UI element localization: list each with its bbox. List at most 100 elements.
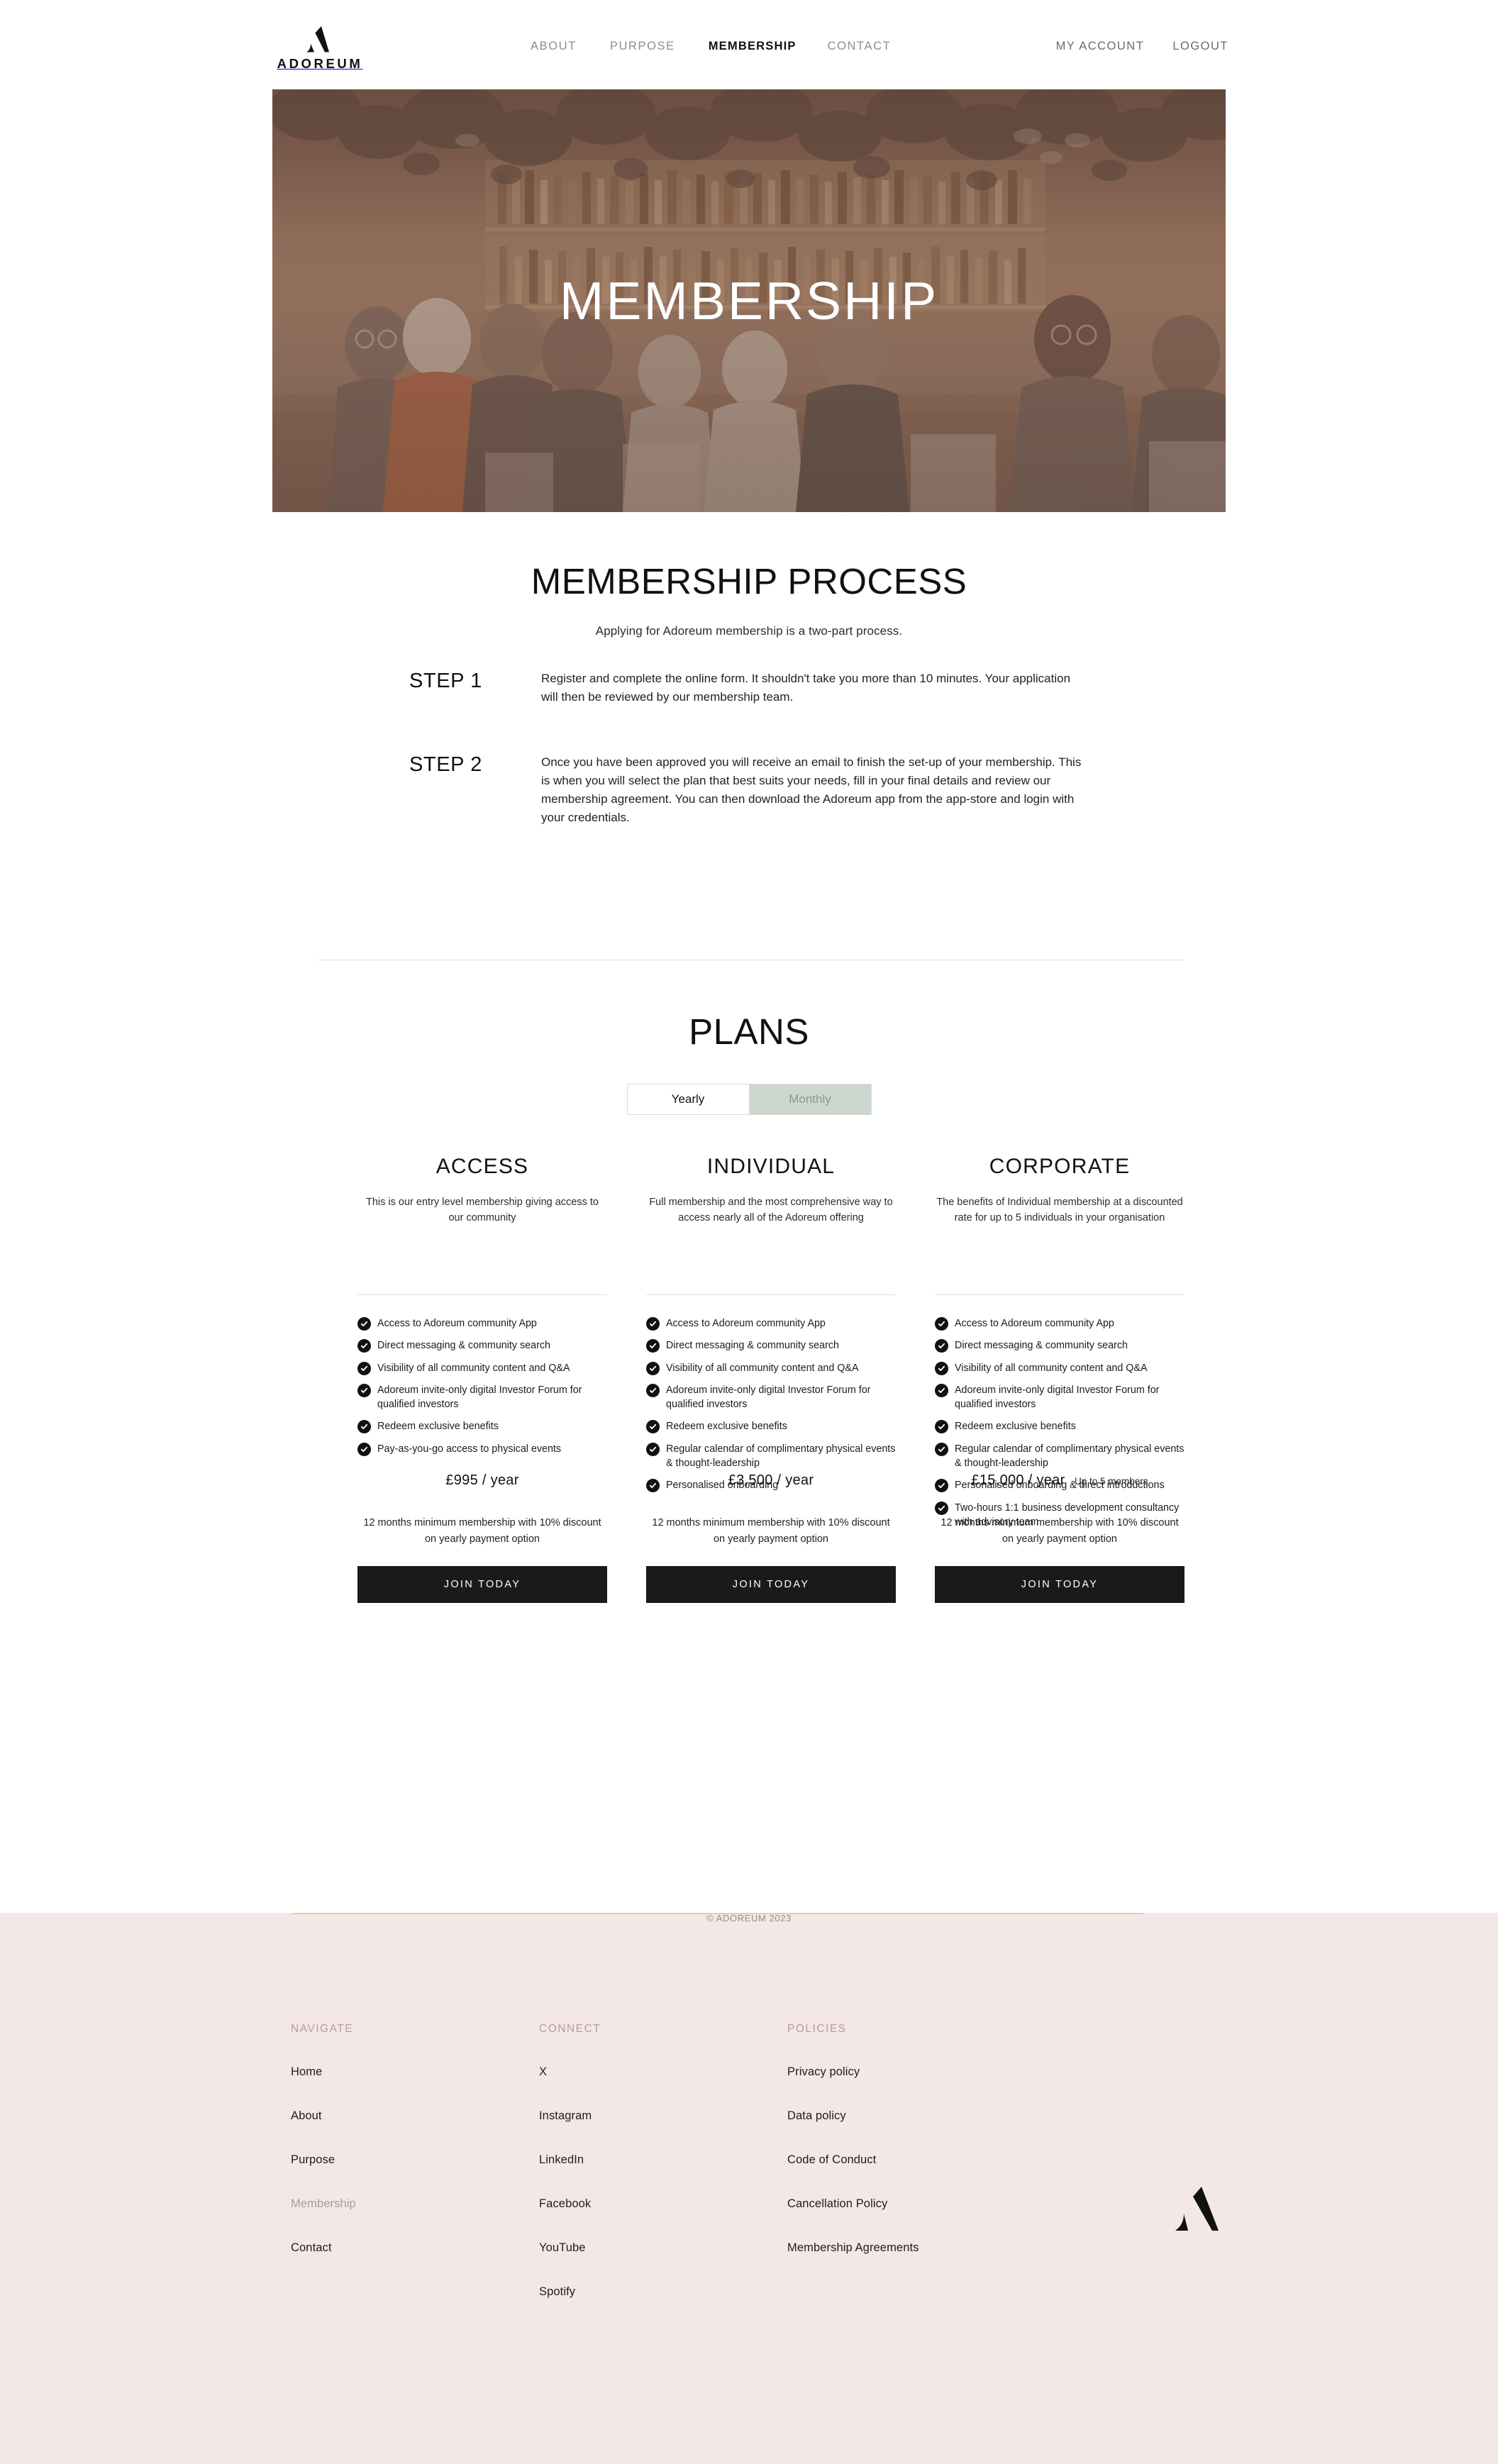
footer-link-linkedin[interactable]: LinkedIn: [539, 2153, 787, 2167]
toggle-monthly[interactable]: Monthly: [750, 1084, 871, 1114]
plan-feature-text: Regular calendar of complimentary physic…: [955, 1443, 1184, 1470]
footer-link-data-policy[interactable]: Data policy: [787, 2109, 1036, 2123]
check-circle-icon: [935, 1317, 948, 1331]
plan-price-row: £995 / year: [357, 1472, 607, 1489]
plan-feature-text: Visibility of all community content and …: [955, 1362, 1148, 1374]
site-logo[interactable]: ADOREUM: [270, 24, 370, 72]
plans-section: PLANS Yearly Monthly ACCESS This is our …: [0, 1011, 1498, 1708]
plan-divider: [646, 1294, 896, 1295]
plan-description: The benefits of Individual membership at…: [936, 1197, 1183, 1224]
process-step: STEP 2 Once you have been approved you w…: [0, 753, 1498, 824]
main-nav: ABOUT PURPOSE MEMBERSHIP CONTACT: [531, 40, 891, 53]
plan-name: INDIVIDUAL: [706, 1155, 836, 1178]
check-circle-icon: [646, 1361, 660, 1375]
footer-link-contact[interactable]: Contact: [291, 2241, 539, 2255]
plan-feature-text: Adoreum invite-only digital Investor For…: [955, 1384, 1160, 1411]
plan-price: £3,500 / year: [728, 1472, 814, 1488]
plan-name: ACCESS: [435, 1155, 529, 1178]
account-nav: MY ACCOUNT LOGOUT: [1056, 40, 1228, 53]
nav-item-logout[interactable]: LOGOUT: [1172, 40, 1228, 53]
footer-column-heading: CONNECT: [539, 2023, 601, 2035]
nav-item-contact[interactable]: CONTACT: [828, 40, 892, 53]
plan-feature-list: Access to Adoreum community App Direct m…: [357, 1316, 607, 1464]
hero-title: MEMBERSHIP: [559, 271, 939, 331]
plan-description: This is our entry level membership givin…: [366, 1197, 599, 1224]
plan-feature-text: Access to Adoreum community App: [377, 1318, 537, 1329]
check-circle-icon: [357, 1339, 371, 1353]
site-header: ADOREUM ABOUT PURPOSE MEMBERSHIP CONTACT…: [0, 0, 1498, 88]
join-today-button-access[interactable]: JOIN TODAY: [357, 1566, 607, 1603]
process-step: STEP 1 Register and complete the online …: [0, 670, 1498, 753]
footer-link-columns: NAVIGATE Home About Purpose Membership C…: [291, 2023, 1036, 2329]
plan-price: £15,000 / year: [971, 1472, 1065, 1488]
toggle-yearly[interactable]: Yearly: [626, 1084, 750, 1115]
check-circle-icon: [646, 1383, 660, 1397]
footer-link-home[interactable]: Home: [291, 2065, 539, 2079]
check-circle-icon: [357, 1442, 371, 1456]
plan-feature-text: Direct messaging & community search: [377, 1340, 550, 1352]
footer-column-navigate: NAVIGATE Home About Purpose Membership C…: [291, 2023, 539, 2329]
plan-terms: 12 months minimum membership with 10% di…: [941, 1517, 1179, 1545]
page-root: ADOREUM ABOUT PURPOSE MEMBERSHIP CONTACT…: [0, 0, 1498, 2464]
plan-feature: Access to Adoreum community App: [935, 1316, 1184, 1331]
process-heading: MEMBERSHIP PROCESS: [531, 561, 967, 601]
plan-feature-text: Pay-as-you-go access to physical events: [377, 1443, 562, 1455]
plan-price-note: Up to 5 members: [1074, 1476, 1148, 1487]
plan-feature-text: Adoreum invite-only digital Investor For…: [666, 1384, 871, 1411]
footer-link-purpose[interactable]: Purpose: [291, 2153, 539, 2167]
footer-link-cancellation-policy[interactable]: Cancellation Policy: [787, 2197, 1036, 2211]
nav-item-purpose[interactable]: PURPOSE: [610, 40, 675, 53]
footer-link-youtube[interactable]: YouTube: [539, 2241, 787, 2255]
check-circle-icon: [935, 1420, 948, 1434]
footer-link-x[interactable]: X: [539, 2065, 787, 2079]
plan-feature-text: Redeem exclusive benefits: [377, 1421, 499, 1433]
footer-logo[interactable]: [1168, 2182, 1226, 2237]
footer-link-about[interactable]: About: [291, 2109, 539, 2123]
check-circle-icon: [646, 1442, 660, 1456]
membership-process-section: MEMBERSHIP PROCESS Applying for Adoreum …: [0, 560, 1498, 824]
plan-card-corporate: CORPORATE The benefits of Individual mem…: [935, 1155, 1184, 1603]
footer-link-membership-agreements[interactable]: Membership Agreements: [787, 2241, 1036, 2255]
footer-copyright: © ADOREUM 2023: [706, 1913, 792, 1924]
step-1-label: STEP 1: [409, 670, 482, 692]
footer-link-code-of-conduct[interactable]: Code of Conduct: [787, 2153, 1036, 2167]
process-lead: Applying for Adoreum membership is a two…: [595, 624, 903, 638]
footer-link-membership[interactable]: Membership: [291, 2197, 539, 2211]
plan-price-row: £15,000 / year Up to 5 members: [935, 1472, 1184, 1489]
billing-period-toggle[interactable]: Yearly Monthly: [626, 1084, 872, 1115]
footer-column-heading: POLICIES: [787, 2023, 847, 2035]
plan-feature: Visibility of all community content and …: [646, 1361, 896, 1375]
plan-feature: Redeem exclusive benefits: [357, 1419, 607, 1434]
join-today-button-corporate[interactable]: JOIN TODAY: [935, 1566, 1184, 1603]
step-1-text: Register and complete the online form. I…: [541, 672, 1071, 704]
footer-link-privacy-policy[interactable]: Privacy policy: [787, 2065, 1036, 2079]
plan-name: CORPORATE: [989, 1155, 1131, 1178]
plan-terms: 12 months minimum membership with 10% di…: [363, 1517, 601, 1545]
process-steps: STEP 1 Register and complete the online …: [0, 670, 1498, 824]
join-today-button-individual[interactable]: JOIN TODAY: [646, 1566, 896, 1603]
footer-link-instagram[interactable]: Instagram: [539, 2109, 787, 2123]
plan-price-row: £3,500 / year: [646, 1472, 896, 1489]
check-circle-icon: [646, 1317, 660, 1331]
check-circle-icon: [935, 1383, 948, 1397]
site-footer: NAVIGATE Home About Purpose Membership C…: [0, 1913, 1498, 2464]
nav-item-about[interactable]: ABOUT: [531, 40, 577, 53]
step-2-text: Once you have been approved you will rec…: [541, 755, 1082, 824]
footer-link-facebook[interactable]: Facebook: [539, 2197, 787, 2211]
nav-item-my-account[interactable]: MY ACCOUNT: [1056, 40, 1145, 53]
footer-link-spotify[interactable]: Spotify: [539, 2285, 787, 2299]
plan-feature-text: Access to Adoreum community App: [666, 1318, 826, 1329]
plan-feature: Direct messaging & community search: [935, 1338, 1184, 1353]
plan-feature-text: Visibility of all community content and …: [377, 1362, 570, 1374]
plan-feature: Adoreum invite-only digital Investor For…: [357, 1383, 607, 1412]
plan-card-individual: INDIVIDUAL Full membership and the most …: [646, 1155, 896, 1603]
nav-item-membership[interactable]: MEMBERSHIP: [709, 40, 797, 53]
plan-feature-text: Redeem exclusive benefits: [666, 1421, 787, 1433]
plans-heading: PLANS: [689, 1011, 809, 1052]
check-circle-icon: [935, 1339, 948, 1353]
hero-banner: MEMBERSHIP: [272, 89, 1226, 512]
plan-feature-list: Access to Adoreum community App Direct m…: [935, 1316, 1184, 1537]
adoreum-a-mark-icon: [306, 26, 329, 52]
plan-price: £995 / year: [445, 1472, 519, 1488]
plan-feature: Adoreum invite-only digital Investor For…: [935, 1383, 1184, 1412]
